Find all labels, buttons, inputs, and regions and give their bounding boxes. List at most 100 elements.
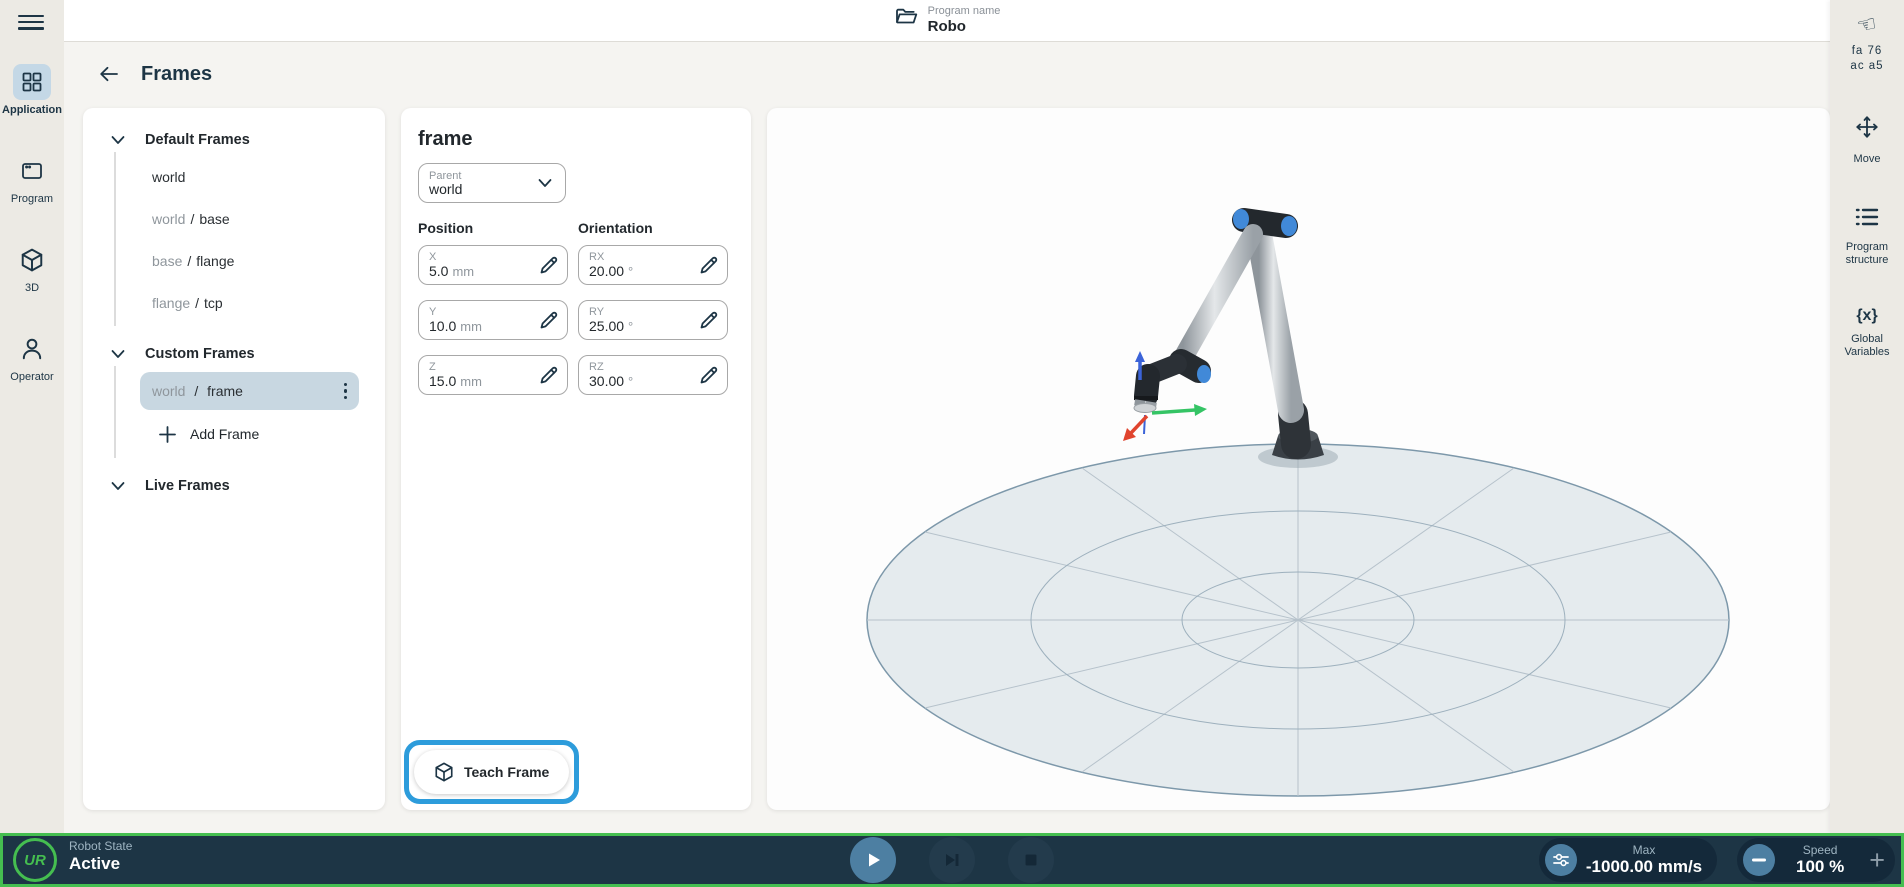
move-panel-button[interactable]: Move: [1830, 114, 1904, 166]
sidebar-item-label: Operator: [10, 371, 53, 383]
stop-button[interactable]: [1008, 837, 1054, 883]
checksum-line2: ac a5: [1850, 60, 1883, 72]
chevron-down-icon: [537, 177, 553, 189]
custom-frames-group: world / frame Add Frame: [114, 366, 385, 458]
tree-item-base[interactable]: world / base: [140, 198, 359, 240]
skip-next-button[interactable]: [929, 837, 975, 883]
robot-state-label: Robot State: [69, 839, 132, 854]
frames-tree-panel: Default Frames world world / base base /…: [83, 108, 385, 810]
operator-person-icon: [13, 331, 51, 367]
back-button[interactable]: [97, 62, 121, 86]
chevron-down-icon: [110, 134, 126, 146]
sidebar-item-label: Application: [2, 104, 62, 116]
default-frames-header[interactable]: Default Frames: [83, 128, 385, 152]
position-z-field: Z15.0mm: [418, 355, 568, 395]
global-variables-button[interactable]: {x} Global Variables: [1830, 307, 1904, 359]
edit-pencil-icon[interactable]: [696, 252, 722, 278]
chevron-down-icon: [110, 480, 126, 492]
joint-blue-cap: [1281, 216, 1297, 236]
speed-label: Speed: [1779, 844, 1861, 857]
edit-pencil-icon[interactable]: [696, 362, 722, 388]
right-sidebar: ☜ fa 76 ac a5 Move Program structure {x}…: [1830, 0, 1904, 833]
global-variables-label: Global Variables: [1837, 333, 1897, 359]
program-structure-button[interactable]: Program structure: [1830, 206, 1904, 267]
default-frames-group: world world / base base / flange flange …: [114, 152, 385, 326]
floor-disc: [867, 444, 1729, 796]
sidebar-item-3d[interactable]: 3D: [0, 242, 64, 294]
tree-item-world[interactable]: world: [140, 156, 359, 198]
robot-state-value: Active: [69, 854, 132, 874]
edit-pencil-icon[interactable]: [536, 307, 562, 333]
edit-pencil-icon[interactable]: [696, 307, 722, 333]
speed-decrease-button[interactable]: [1743, 844, 1775, 876]
edit-pencil-icon[interactable]: [536, 362, 562, 388]
skip-next-icon: [942, 850, 962, 870]
play-button[interactable]: [850, 837, 896, 883]
folder-icon: [894, 5, 918, 34]
checksum-line1: fa 76: [1852, 45, 1883, 57]
tree-item-tcp[interactable]: flange / tcp: [140, 282, 359, 324]
teach-frame-button[interactable]: Teach Frame: [414, 750, 569, 794]
custom-frames-header[interactable]: Custom Frames: [83, 342, 385, 366]
y-axis-arrow: [1194, 404, 1207, 416]
application-grid-icon: [13, 64, 51, 100]
sidebar-item-operator[interactable]: Operator: [0, 331, 64, 383]
3d-viewport[interactable]: [767, 108, 1830, 810]
sidebar-item-label: 3D: [25, 282, 39, 294]
robot-state-block[interactable]: Robot State Active: [69, 839, 132, 874]
3d-scene: [767, 108, 1830, 810]
joint-blue-cap: [1233, 209, 1249, 229]
max-value: -1000.00 mm/s: [1583, 857, 1705, 876]
stop-icon: [1021, 850, 1041, 870]
hamburger-menu-button[interactable]: [16, 9, 46, 31]
program-name-value: Robo: [928, 18, 1001, 36]
max-label: Max: [1583, 844, 1705, 857]
move-label: Move: [1854, 153, 1881, 166]
position-y-field: Y10.0mm: [418, 300, 568, 340]
speed-increase-button[interactable]: +: [1865, 847, 1889, 874]
position-header: Position: [418, 220, 568, 236]
speed-value: 100 %: [1779, 857, 1861, 876]
program-name-label: Program name: [928, 5, 1001, 18]
move-arrows-icon: [1854, 114, 1880, 145]
orientation-rx-field: RX20.00°: [578, 245, 728, 285]
variables-icon: {x}: [1856, 307, 1877, 325]
speed-settings-button[interactable]: [1545, 844, 1577, 876]
speed-pill: Speed 100 % +: [1737, 838, 1895, 882]
program-structure-label: Program structure: [1834, 241, 1900, 267]
z-axis-arrow: [1135, 351, 1145, 362]
left-sidebar: Application Program 3D: [0, 0, 64, 833]
cube-icon: [13, 242, 51, 278]
transport-controls: [850, 837, 1054, 883]
chevron-down-icon: [110, 348, 126, 360]
minus-icon: [1752, 858, 1766, 862]
robot-arm: [1134, 209, 1338, 468]
kebab-menu-icon[interactable]: [340, 379, 352, 404]
hand-icon: ☜: [1855, 12, 1879, 38]
list-icon: [1854, 206, 1880, 233]
frame-name-title: frame: [418, 128, 734, 151]
frame-properties-panel: frame Parent world Position Orientation …: [401, 108, 751, 810]
teach-frame-focus-ring: Teach Frame: [404, 740, 579, 804]
sidebar-item-application[interactable]: Application: [0, 64, 64, 116]
safety-checksum[interactable]: ☜ fa 76 ac a5: [1830, 14, 1904, 74]
sidebar-item-label: Program: [11, 193, 53, 205]
sliders-icon: [1552, 853, 1570, 867]
top-bar: Program name Robo: [64, 0, 1830, 42]
max-speed-pill[interactable]: Max -1000.00 mm/s: [1539, 838, 1717, 882]
live-frames-header[interactable]: Live Frames: [83, 474, 385, 498]
program-name-block[interactable]: Program name Robo: [894, 5, 1001, 36]
cube-icon: [434, 762, 454, 782]
edit-pencil-icon[interactable]: [536, 252, 562, 278]
ur-logo: UR: [13, 838, 57, 882]
tree-item-frame-selected[interactable]: world / frame: [140, 372, 359, 410]
position-x-field: X5.0mm: [418, 245, 568, 285]
parent-frame-select[interactable]: Parent world: [418, 163, 566, 203]
sidebar-item-program[interactable]: Program: [0, 153, 64, 205]
orientation-rz-field: RZ30.00°: [578, 355, 728, 395]
page-title: Frames: [141, 63, 212, 86]
plus-icon: [158, 425, 177, 444]
tree-item-flange[interactable]: base / flange: [140, 240, 359, 282]
add-frame-button[interactable]: Add Frame: [152, 412, 265, 456]
page-header: Frames: [97, 62, 212, 86]
